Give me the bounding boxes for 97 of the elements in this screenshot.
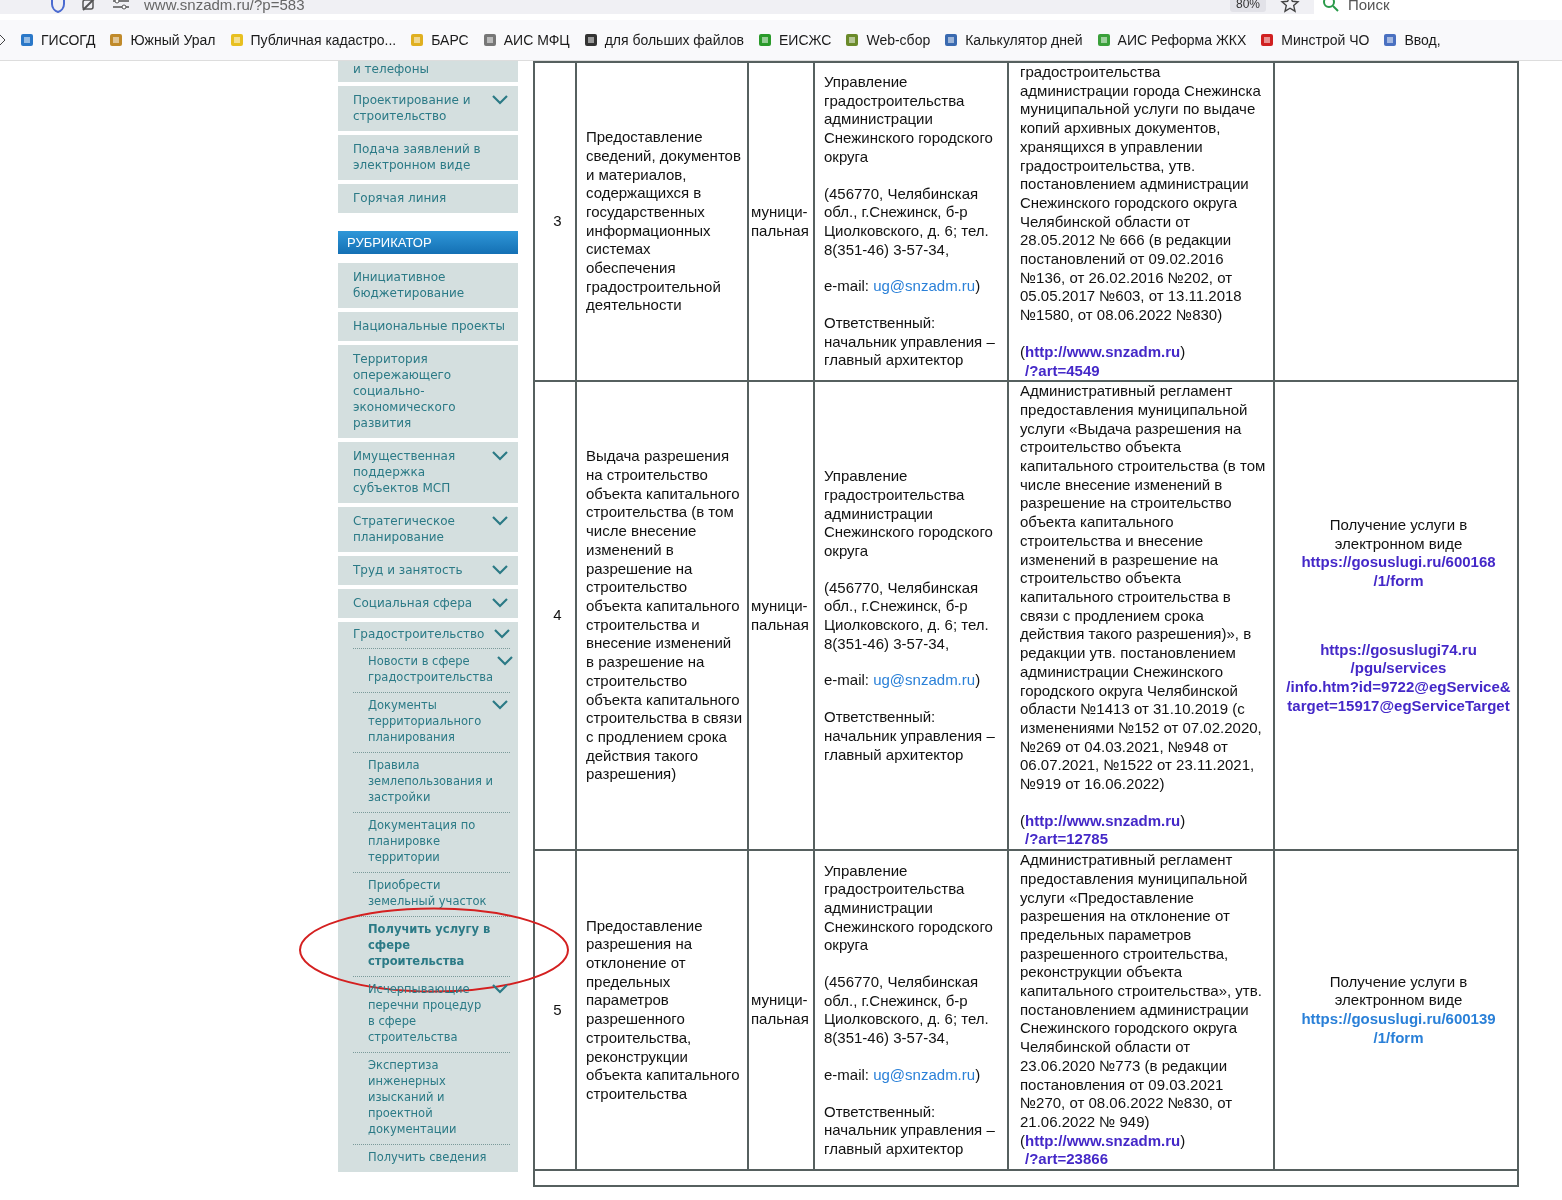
bookmark[interactable]: Публичная кадастро...	[228, 32, 397, 48]
bookmark-icon	[844, 32, 861, 48]
online-text: Получение услуги в электронном виде	[1328, 515, 1469, 554]
bookmark[interactable]: Калькулятор дней	[943, 32, 1083, 48]
sidebar-subitem[interactable]: Новости в сфере градостроительства	[353, 649, 510, 692]
org-responsible: Ответственный: начальник управления – главный архитектор	[824, 1102, 996, 1159]
bookmark-icon	[409, 32, 426, 48]
org-name: Управление градостроительства администрации Снежинского городского округа	[824, 861, 994, 956]
bookmark-icon	[1095, 32, 1112, 48]
star-icon[interactable]	[1280, 0, 1300, 14]
regulation-link: (http://www.snzadm.ru /?art=4549 )	[1020, 341, 1187, 381]
email-link[interactable]: ug@snzadm.ru	[873, 1065, 976, 1083]
settings-icon[interactable]	[112, 0, 130, 11]
sidebar-item[interactable]: и телефоны	[338, 61, 518, 82]
table-cell: муници-пальная	[748, 850, 814, 1171]
bookmark[interactable]: ЕИСЖС	[757, 32, 832, 48]
bookmark-icon	[943, 32, 960, 48]
bookmark-icon	[582, 32, 599, 48]
chevron-down-icon[interactable]	[492, 598, 508, 608]
org-address: (456770, Челябинская обл., г.Снежинск, б-р Циолковского, д. 6; тел. 8(351-46) 3-57-34,	[824, 184, 990, 260]
sidebar-item[interactable]: Горячая линия	[338, 184, 518, 213]
org-address: (456770, Челябинская обл., г.Снежинск, б-р Циолковского, д. 6; тел. 8(351-46) 3-57-34,	[824, 973, 990, 1048]
org-email: e-mail: ug@snzadm.ru)	[824, 277, 982, 297]
bookmark-icon	[19, 32, 35, 48]
bookmark[interactable]: АИС Реформа ЖКХ	[1095, 32, 1247, 48]
regulation-text: Административный регламент предоставления муниципальной услуги «Предоставление разрешения на отклонение от предельных параметров разрешенного строительства, реконструкции объекта капитального строительства», утв. постановлением администрации Снежинского городского округа Челябинской области от 23.06.2020 №773 (в редакции постановления от 09.03.2021 №270, от 08.06.2022 №830, от 21.06.2022 № 949)	[1020, 851, 1263, 1132]
link[interactable]: https://gosuslugi.ru/600168 /1/form	[1301, 553, 1496, 591]
table-cell: Выдача разрешения на строительство объекта капитального строительства (в том числе внесение изменений в разрешение на строительство объекта капитального строительства и внесение изменений в разрешение на строительство объекта капитального строительства в связи с продлением срока действия такого разрешения)	[576, 381, 748, 851]
regulation-link: (http://www.snzadm.ru /?art=23866 )	[1020, 1131, 1187, 1170]
sidebar-item[interactable]: Градостроительство	[353, 626, 510, 648]
bookmark-icon	[228, 32, 245, 48]
bookmark-icon	[481, 32, 498, 48]
table-cell: муници-пальная	[748, 381, 814, 851]
chevron-down-icon[interactable]	[494, 629, 510, 639]
regulation-link: (http://www.snzadm.ru /?art=12785 )	[1020, 810, 1187, 850]
shield-icon[interactable]	[50, 0, 66, 13]
bookmark-icon	[1259, 32, 1276, 48]
search-icon	[1322, 0, 1340, 13]
bookmark-icon	[1382, 32, 1399, 48]
chevron-down-icon[interactable]	[492, 700, 508, 710]
sidebar-item[interactable]: Социальная сфера	[338, 589, 518, 618]
sidebar-item[interactable]: Труд и занятость	[338, 556, 518, 585]
bookmark[interactable]: Южный Урал	[108, 32, 216, 48]
chevron-down-icon[interactable]	[492, 516, 508, 526]
sidebar-item[interactable]: Подача заявлений в электронном виде	[338, 135, 518, 180]
table-cell: 5	[534, 850, 576, 1171]
sidebar-subitem[interactable]: Правила землепользования и застройки	[353, 753, 510, 812]
regulation-text: Административный регламент предоставления муниципальной услуги «Выдача разрешения на строительство объекта капитального строительства (в том числе внесение изменений в разрешение на строительство объекта капитального строительства и внесение изменений в разрешение на строительство объекта капитального строительства в связи с продлением срока действия такого разрешения)», в редакции утв. постановлением администрации Снежинского городского округа Челябинской области №1413 от 31.10.2019 (с изменениями №152 от 07.02.2020, №269 от 04.03.2021, №948 от 06.07.2021, №1522 от 23.11.2021, №919 от 16.06.2022)	[1020, 382, 1267, 794]
link[interactable]: https://gosuslugi74.ru /pgu/services /info.htm?id=9722@egService& target=15917@egServiceTarget	[1286, 640, 1511, 716]
regulation-text: градостроительства администрации города Снежинска муниципальной услуги по выдаче копий архивных документов, хранящихся в управлении градостроительства, утв. постановлением администрации Снежинского городского округа Челябинской области от 28.05.2012 № 666 (в редакции постановлений от 09.02.2016 №136, от 26.02.2016 №202, от 05.05.2017 №603, от 13.11.2018 №1580, от 08.06.2022 №830)	[1020, 63, 1262, 325]
section-header: РУБРИКАТОР	[338, 231, 518, 254]
bookmark[interactable]: ГИСОГД	[19, 32, 96, 48]
sidebar-subitem[interactable]: Получить сведения	[353, 1145, 510, 1172]
sidebar-item[interactable]: Проектирование и строительство	[338, 86, 518, 131]
table-cell: 3	[534, 62, 576, 382]
sidebar-item[interactable]: Стратегическое планирование	[338, 507, 518, 552]
chevron-icon[interactable]	[0, 34, 6, 46]
sidebar-item[interactable]: Национальные проекты	[338, 312, 518, 341]
bookmark[interactable]: АИС МФЦ	[481, 32, 570, 48]
chevron-down-icon[interactable]	[492, 451, 508, 461]
sidebar-subitem[interactable]: Приобрести земельный участок	[353, 873, 510, 916]
sidebar-subitem[interactable]: Документы территориального планирования	[353, 693, 510, 752]
email-link[interactable]: ug@snzadm.ru	[873, 671, 976, 689]
org-name: Управление градостроительства администрации Снежинского городского округа	[824, 467, 994, 561]
bookmark-icon	[757, 32, 774, 48]
chevron-down-icon[interactable]	[492, 565, 508, 575]
chevron-down-icon[interactable]	[496, 656, 513, 666]
bookmark[interactable]: Web-сбор	[844, 32, 931, 48]
email-link[interactable]: ug@snzadm.ru	[873, 277, 976, 295]
org-address: (456770, Челябинская обл., г.Снежинск, б-р Циолковского, д. 6; тел. 8(351-46) 3-57-34,	[824, 578, 990, 654]
link[interactable]: http://www.snzadm.ru /?art=23866	[1025, 1131, 1181, 1170]
link[interactable]: https://gosuslugi.ru/600139 /1/form	[1301, 1010, 1496, 1048]
online-text: Получение услуги в электронном виде	[1328, 972, 1469, 1011]
table-cell: 4	[534, 381, 576, 851]
sidebar-subitem[interactable]: Экспертиза инженерных изысканий и проектной документации	[353, 1053, 510, 1144]
link[interactable]: http://www.snzadm.ru /?art=12785	[1025, 811, 1181, 850]
link[interactable]: http://www.snzadm.ru /?art=4549	[1025, 342, 1181, 381]
org-responsible: Ответственный: начальник управления – главный архитектор	[824, 314, 996, 371]
table-cell: муници-пальная	[748, 62, 814, 382]
bookmark-icon	[108, 32, 125, 48]
org-email: e-mail: ug@snzadm.ru)	[824, 1065, 982, 1085]
bookmark[interactable]: Минстрой ЧО	[1259, 32, 1370, 48]
zoom-level[interactable]: 80%	[1229, 0, 1266, 12]
bookmark[interactable]: Ввод,	[1382, 32, 1441, 48]
bookmark[interactable]: для больших файлов	[582, 32, 745, 48]
bookmark[interactable]: БАРС	[409, 32, 469, 48]
sidebar-item[interactable]: Инициативное бюджетирование	[338, 263, 518, 308]
chevron-down-icon[interactable]	[492, 984, 508, 994]
chevron-down-icon[interactable]	[492, 95, 508, 105]
org-email: e-mail: ug@snzadm.ru)	[824, 671, 982, 691]
org-name: Управление градостроительства администрации Снежинского городского округа	[824, 73, 994, 167]
org-responsible: Ответственный: начальник управления – главный архитектор	[824, 708, 996, 765]
table-cell: Предоставление сведений, документов и материалов, содержащихся в государственных информационных системах обеспечения градостроительной деятельности	[576, 62, 748, 382]
sidebar-item[interactable]: Территория опережающего социально-экономического развития	[338, 345, 518, 438]
table-cell: Предоставление разрешения на отклонение от предельных параметров разрешенного строительства, реконструкции объекта капитального строительства	[576, 850, 748, 1171]
sidebar-item[interactable]: Имущественная поддержка субъектов МСП	[338, 442, 518, 503]
sidebar-subitem[interactable]: Документация по планировке территории	[353, 813, 510, 872]
